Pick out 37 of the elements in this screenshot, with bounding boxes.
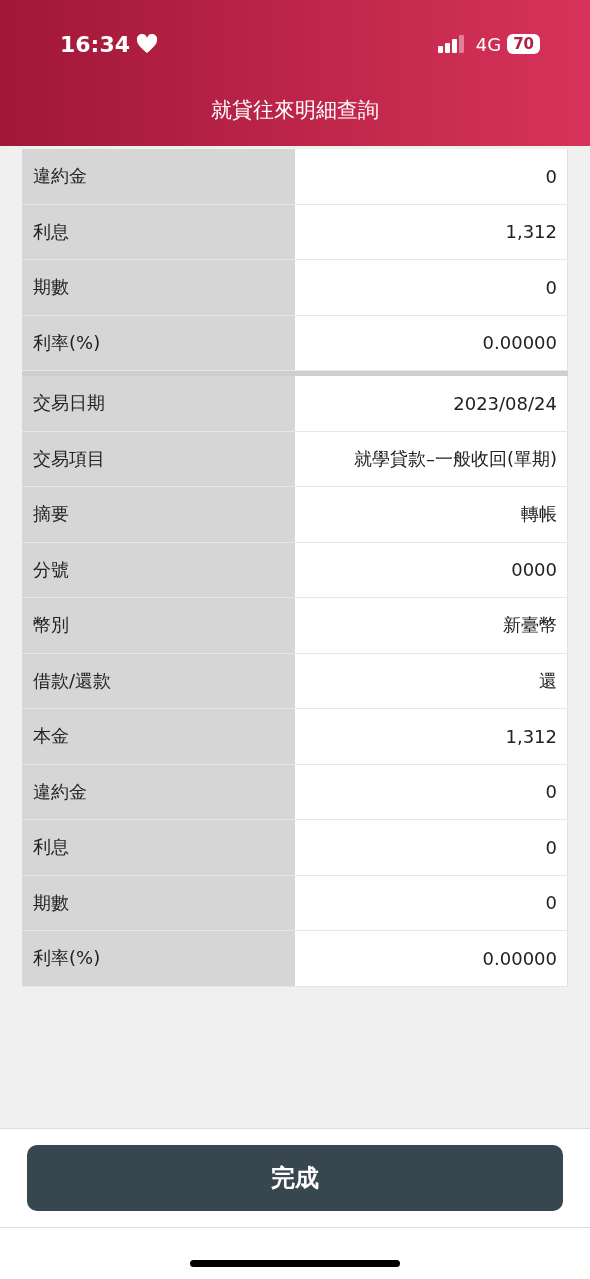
- field-label: 分號: [22, 542, 295, 597]
- field-value: 轉帳: [295, 487, 568, 542]
- field-value: 0.00000: [295, 931, 568, 986]
- field-value: 2023/08/24: [295, 376, 568, 431]
- field-label: 摘要: [22, 487, 295, 542]
- field-label: 利息: [22, 204, 295, 259]
- field-value: 0.00000: [295, 315, 568, 370]
- field-label: 期數: [22, 260, 295, 315]
- field-value: 還: [295, 653, 568, 708]
- field-value: 0: [295, 149, 568, 204]
- field-label: 交易項目: [22, 431, 295, 486]
- field-label: 利率(%): [22, 315, 295, 370]
- field-value: 1,312: [295, 709, 568, 764]
- field-label: 利息: [22, 820, 295, 875]
- field-label: 交易日期: [22, 376, 295, 431]
- field-label: 利率(%): [22, 931, 295, 986]
- field-value: 1,312: [295, 204, 568, 259]
- network-label: 4G: [475, 33, 502, 55]
- status-time: 16:34: [60, 31, 131, 57]
- field-label: 幣別: [22, 598, 295, 653]
- field-value: 就學貸款–一般收回(單期): [295, 431, 568, 486]
- field-label: 違約金: [22, 764, 295, 819]
- field-label: 本金: [22, 709, 295, 764]
- battery-indicator: 70: [507, 34, 540, 54]
- done-button[interactable]: 完成: [27, 1145, 563, 1211]
- field-value: 0: [295, 820, 568, 875]
- field-value: 0000: [295, 542, 568, 597]
- heart-icon: [136, 34, 159, 54]
- field-value: 0: [295, 260, 568, 315]
- signal-icon: [437, 35, 466, 53]
- field-label: 期數: [22, 875, 295, 930]
- field-value: 0: [295, 764, 568, 819]
- field-value: 新臺幣: [295, 598, 568, 653]
- field-label: 違約金: [22, 149, 295, 204]
- field-label: 借款/還款: [22, 653, 295, 708]
- page-title: 就貸往來明細查詢: [210, 97, 380, 124]
- field-value: 0: [295, 875, 568, 930]
